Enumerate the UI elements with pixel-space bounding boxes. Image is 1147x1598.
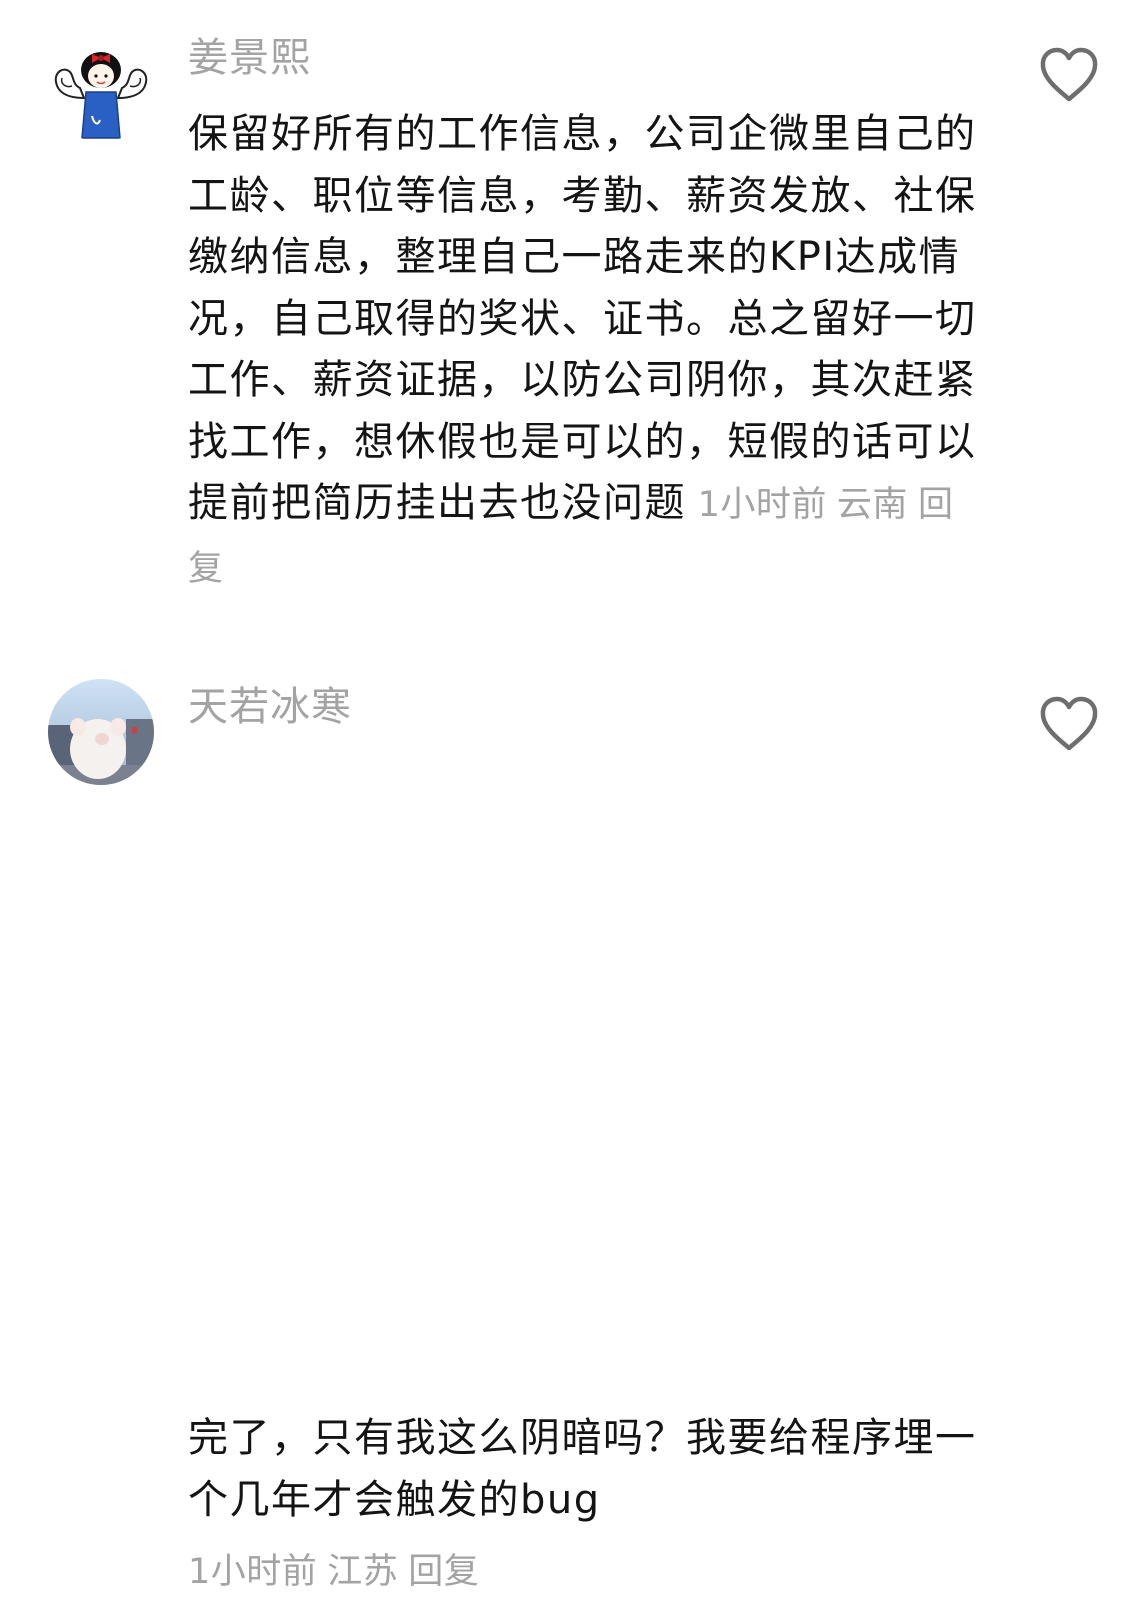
username[interactable]: 姜景熙 (188, 30, 311, 86)
comment-text-content: 保留好所有的工作信息，公司企微里自己的工龄、职位等信息，考勤、薪资发放、社保缴纳… (188, 111, 977, 526)
username[interactable]: 天若冰寒 (188, 679, 352, 735)
comment-location: 云南 (836, 485, 908, 525)
comment-item: 姜景熙 保留好所有的工作信息，公司企微里自己的工龄、职位等信息，考勤、薪资发放、… (0, 0, 1147, 640)
comment-meta: 1小时前 江苏 回复 (188, 1546, 479, 1598)
comment-text: 保留好所有的工作信息，公司企微里自己的工龄、职位等信息，考勤、薪资发放、社保缴纳… (188, 104, 978, 600)
comment-time: 1小时前 (697, 485, 827, 525)
comment-item: 天若冰寒 完了，只有我这么阴暗吗？我要给程序埋一个几年才会触发的bug 1小时前… (0, 660, 1147, 1592)
heart-outline-icon (1040, 696, 1098, 751)
comment-time: 1小时前 (188, 1552, 318, 1592)
user-avatar[interactable] (48, 36, 154, 142)
like-button[interactable] (1038, 695, 1100, 753)
white-cat-photo-icon (48, 679, 154, 785)
like-button[interactable] (1038, 46, 1100, 104)
reply-button[interactable]: 回复 (408, 1552, 479, 1592)
comment-text: 完了，只有我这么阴暗吗？我要给程序埋一个几年才会触发的bug (188, 1415, 977, 1523)
heart-outline-icon (1040, 47, 1098, 102)
cartoon-girl-flexing-icon (48, 36, 154, 142)
user-avatar[interactable] (48, 679, 154, 785)
comment-location: 江苏 (327, 1552, 399, 1592)
